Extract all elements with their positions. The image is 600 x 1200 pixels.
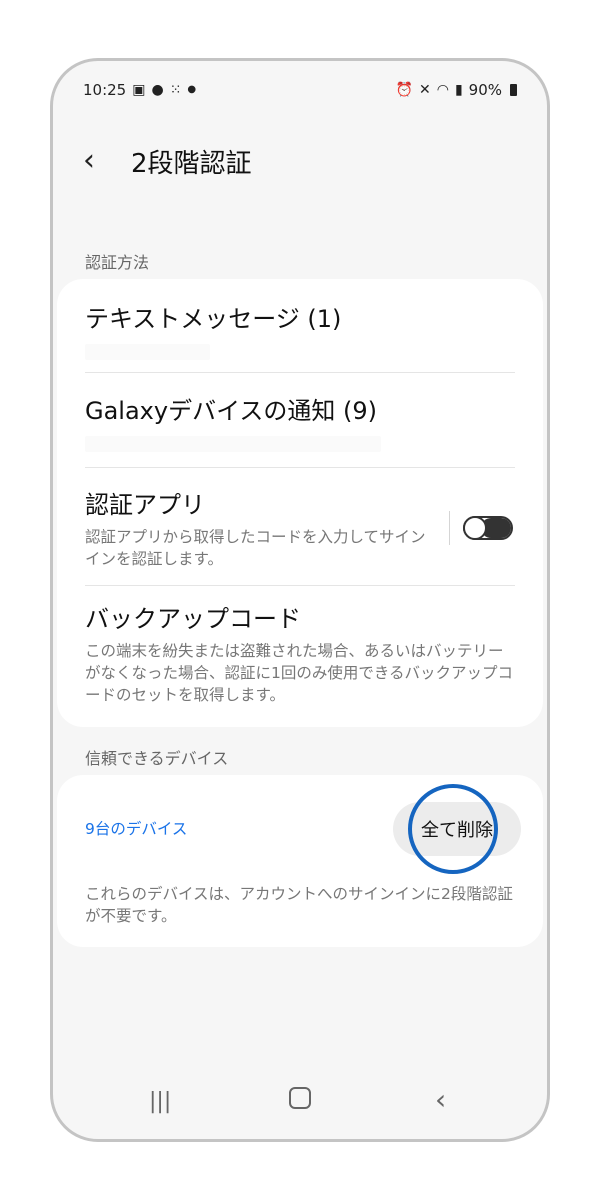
method-description: 認証アプリから取得したコードを入力してサインインを認証します。: [85, 528, 426, 568]
nav-bar: ||| ‹: [53, 1081, 547, 1121]
messenger-icon: ●: [151, 82, 164, 98]
method-title: テキストメッセージ (1): [85, 305, 342, 333]
status-time: 10:25: [83, 81, 127, 99]
back-arrow-icon[interactable]: ‹: [83, 146, 115, 176]
header: ‹ 2段階認証: [83, 141, 252, 181]
divider: [85, 585, 515, 586]
devices-link[interactable]: 9台のデバイス: [85, 820, 187, 838]
battery-icon: [510, 84, 517, 96]
recent-apps-icon[interactable]: |||: [149, 1089, 171, 1114]
wifi-icon: ◠: [436, 82, 449, 98]
dot-icon: ●: [187, 84, 197, 95]
method-title: 認証アプリ: [85, 491, 205, 519]
alarm-icon: ⏰: [395, 82, 413, 98]
highlight-circle: [408, 784, 498, 874]
method-title: Galaxyデバイスの通知 (9): [85, 397, 377, 425]
apps-icon: ⁙: [169, 82, 182, 98]
nav-back-icon[interactable]: ‹: [435, 1083, 446, 1116]
mute-icon: ✕: [418, 82, 431, 98]
method-galaxy-notification[interactable]: Galaxyデバイスの通知 (9): [85, 391, 515, 452]
method-backup-code[interactable]: バックアップコード この端末を紛失または盗難された場合、あるいはバッテリーがなく…: [85, 599, 515, 706]
method-text-message[interactable]: テキストメッセージ (1): [85, 299, 515, 360]
method-auth-app[interactable]: 認証アプリ 認証アプリから取得したコードを入力してサインインを認証します。: [85, 485, 431, 570]
image-icon: ▣: [132, 82, 146, 98]
methods-card: テキストメッセージ (1) Galaxyデバイスの通知 (9) 認証アプリ 認証…: [57, 279, 543, 727]
phone-frame: 10:25 ▣ ● ⁙ ● ⏰ ✕ ◠ ▮ 90% ‹ 2段階認証 認証方法 テ…: [50, 58, 550, 1142]
trusted-card: 9台のデバイス 全て削除 これらのデバイスは、アカウントへのサインインに2段階認…: [57, 775, 543, 947]
method-title: バックアップコード: [85, 605, 301, 633]
status-bar: 10:25 ▣ ● ⁙ ● ⏰ ✕ ◠ ▮ 90%: [83, 79, 517, 101]
home-icon[interactable]: [289, 1087, 311, 1115]
trusted-description: これらのデバイスは、アカウントへのサインインに2段階認証が不要です。: [85, 885, 513, 925]
methods-section-label: 認証方法: [85, 253, 150, 272]
trusted-description-wrap: これらのデバイスは、アカウントへのサインインに2段階認証が不要です。: [85, 883, 515, 927]
redacted-device: [85, 436, 381, 452]
divider: [85, 467, 515, 468]
trusted-section-label: 信頼できるデバイス: [85, 749, 229, 768]
toggle-separator: [449, 511, 450, 545]
divider: [85, 372, 515, 373]
method-description: この端末を紛失または盗難された場合、あるいはバッテリーがなくなった場合、認証に1…: [85, 642, 514, 704]
auth-app-toggle[interactable]: [463, 516, 513, 540]
battery-percent: 90%: [468, 81, 502, 99]
signal-icon: ▮: [454, 82, 463, 98]
redacted-phone: [85, 344, 210, 360]
toggle-knob: [463, 516, 487, 540]
page-title: 2段階認証: [131, 148, 252, 179]
